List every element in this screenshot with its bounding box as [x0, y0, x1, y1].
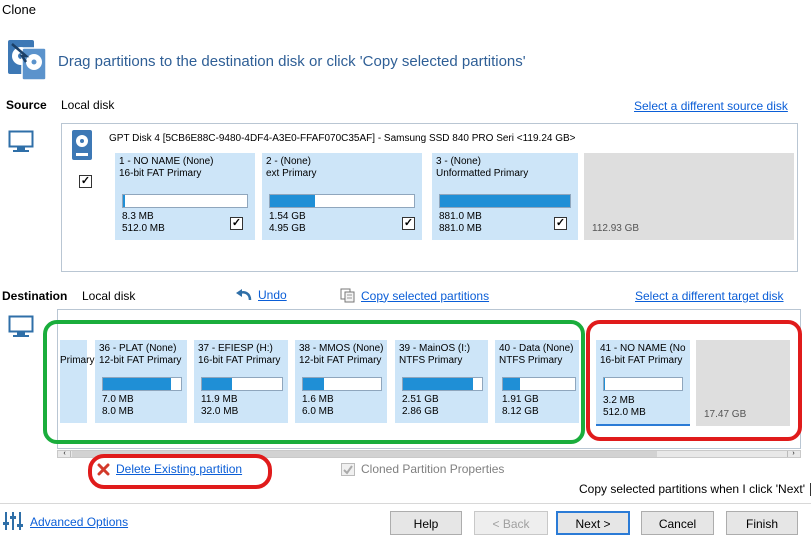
copy-icon — [340, 288, 355, 303]
copy-on-next-label: Copy selected partitions when I click 'N… — [579, 482, 806, 496]
destination-disk-type: Local disk — [82, 289, 136, 303]
source-label: Source — [6, 98, 47, 112]
partition-name: 3 - (None) — [436, 156, 482, 167]
header-instruction: Drag partitions to the destination disk … — [58, 53, 526, 70]
partition-checkbox[interactable]: ✓ — [554, 217, 567, 230]
advanced-options-link[interactable]: Advanced Options — [30, 515, 128, 529]
total-size: 512.0 MB — [122, 223, 165, 234]
cloned-partition-properties-control[interactable]: Cloned Partition Properties — [341, 462, 504, 476]
red-highlight-delete — [88, 454, 272, 489]
disk-clone-icon — [8, 40, 47, 81]
used-size: 881.0 MB — [439, 211, 482, 222]
properties-check-icon — [341, 462, 355, 476]
footer-divider — [0, 503, 811, 504]
partition-type: ext Primary — [266, 168, 317, 179]
destination-label: Destination — [2, 289, 68, 303]
scroll-left-button[interactable]: ‹ — [59, 450, 71, 457]
partition-checkbox[interactable]: ✓ — [230, 217, 243, 230]
partition-name: 2 - (None) — [266, 156, 312, 167]
source-disk-checkbox[interactable]: ✓ — [79, 175, 92, 188]
monitor-icon — [8, 315, 34, 337]
source-disk-title: GPT Disk 4 [5CB6E88C-9480-4DF4-A3E0-FFAF… — [109, 133, 576, 144]
hard-disk-icon — [72, 130, 92, 160]
total-size: 881.0 MB — [439, 223, 482, 234]
partition-type: Unformatted Primary — [436, 168, 529, 179]
undo-link[interactable]: Undo — [258, 288, 287, 302]
next-button[interactable]: Next > — [556, 511, 630, 535]
select-source-disk-link[interactable]: Select a different source disk — [634, 99, 788, 113]
partition-checkbox[interactable]: ✓ — [402, 217, 415, 230]
partition-size: 8.3 MB 512.0 MB — [122, 211, 165, 235]
monitor-icon — [8, 130, 34, 152]
copy-on-next-option[interactable]: Copy selected partitions when I click 'N… — [579, 482, 811, 496]
usage-bar — [269, 194, 415, 208]
used-size: 8.3 MB — [122, 211, 154, 222]
cancel-button[interactable]: Cancel — [641, 511, 714, 535]
finish-button[interactable]: Finish — [726, 511, 798, 535]
partition-size: 881.0 MB 881.0 MB — [439, 211, 482, 235]
copy-selected-partitions-link[interactable]: Copy selected partitions — [361, 289, 489, 303]
scroll-right-button[interactable]: › — [787, 450, 799, 457]
usage-bar — [439, 194, 571, 208]
advanced-options-icon[interactable] — [2, 510, 24, 532]
usage-fill — [123, 195, 126, 207]
partition-type: 16-bit FAT Primary — [119, 168, 202, 179]
copy-partitions-control[interactable]: Copy selected partitions — [340, 288, 489, 303]
usage-bar — [122, 194, 248, 208]
back-button[interactable]: < Back — [474, 511, 548, 535]
green-highlight-box — [43, 320, 585, 444]
cloned-partition-properties-label: Cloned Partition Properties — [361, 462, 505, 476]
source-unallocated-space: 112.93 GB — [584, 153, 794, 240]
help-button[interactable]: Help — [390, 511, 462, 535]
source-disk-panel: GPT Disk 4 [5CB6E88C-9480-4DF4-A3E0-FFAF… — [61, 123, 798, 272]
undo-icon — [236, 289, 252, 301]
unallocated-size: 112.93 GB — [592, 223, 640, 234]
usage-fill — [270, 195, 315, 207]
select-target-disk-link[interactable]: Select a different target disk — [635, 289, 784, 303]
usage-fill — [440, 195, 570, 207]
used-size: 1.54 GB — [269, 211, 306, 222]
red-highlight-box — [586, 320, 802, 441]
partition-size: 1.54 GB 4.95 GB — [269, 211, 306, 235]
window-title: Clone — [2, 2, 36, 17]
source-partition-2[interactable]: 2 - (None) ext Primary 1.54 GB 4.95 GB ✓ — [262, 153, 422, 240]
source-partition-3[interactable]: 3 - (None) Unformatted Primary 881.0 MB 8… — [432, 153, 578, 240]
source-disk-type: Local disk — [61, 98, 115, 112]
total-size: 4.95 GB — [269, 223, 306, 234]
undo-control[interactable]: Undo — [235, 288, 287, 302]
partition-name: 1 - NO NAME (None) — [119, 156, 214, 167]
source-partition-1[interactable]: 1 - NO NAME (None) 16-bit FAT Primary 8.… — [115, 153, 255, 240]
